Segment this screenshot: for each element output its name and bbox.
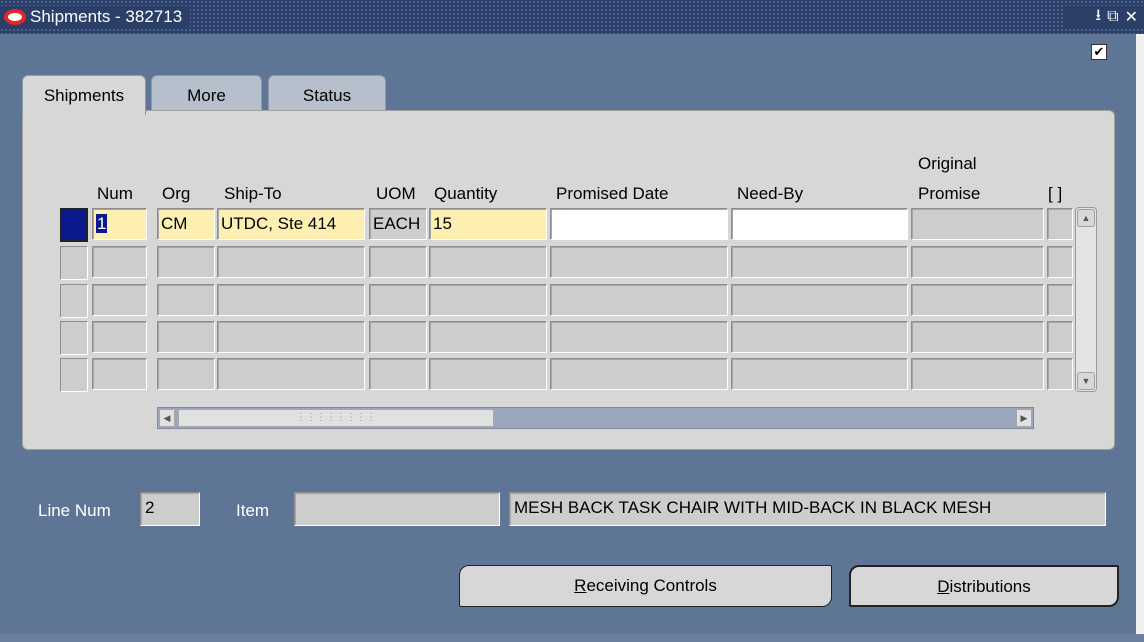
header-promise: Promise — [918, 184, 981, 203]
window-controls: ⭳ ⧉ ✕ — [1064, 6, 1144, 28]
cell-promised-date[interactable] — [550, 358, 728, 390]
cell-flex[interactable] — [1047, 321, 1073, 353]
cell-quantity[interactable] — [429, 246, 547, 278]
cell-org[interactable] — [157, 246, 215, 278]
cell-ship-to[interactable] — [217, 246, 365, 278]
cell-ship-to[interactable] — [217, 284, 365, 316]
cell-org[interactable] — [157, 321, 215, 353]
cell-quantity[interactable] — [429, 284, 547, 316]
cell-uom[interactable] — [369, 358, 427, 390]
tab-shipments[interactable]: Shipments — [22, 75, 146, 115]
cell-uom[interactable] — [369, 246, 427, 278]
cell-promised-date[interactable] — [550, 321, 728, 353]
cell-org[interactable]: CM — [157, 208, 215, 240]
item-field[interactable] — [294, 492, 500, 526]
cell-uom[interactable] — [369, 284, 427, 316]
cell-original-promise[interactable] — [911, 284, 1044, 316]
horizontal-scrollbar[interactable]: ◀ ⋮⋮⋮⋮⋮⋮⋮⋮ ▶ — [157, 407, 1034, 429]
header-quantity: Quantity — [434, 184, 498, 203]
cell-ship-to[interactable]: UTDC, Ste 414 — [217, 208, 365, 240]
header-num: Num — [97, 184, 133, 203]
header-need-by: Need-By — [737, 184, 804, 203]
cell-ship-to[interactable] — [217, 358, 365, 390]
vertical-scrollbar[interactable]: ▲ ▼ — [1075, 207, 1097, 392]
cell-promised-date[interactable] — [550, 208, 728, 240]
horizontal-scroll-thumb[interactable]: ⋮⋮⋮⋮⋮⋮⋮⋮ — [178, 409, 494, 427]
right-edge — [1136, 34, 1144, 634]
cell-quantity[interactable] — [429, 321, 547, 353]
cell-num[interactable] — [92, 321, 147, 353]
scroll-up-icon[interactable]: ▲ — [1077, 209, 1095, 227]
cell-num[interactable] — [92, 246, 147, 278]
cell-original-promise[interactable] — [911, 321, 1044, 353]
cell-need-by[interactable] — [731, 208, 908, 240]
record-indicator[interactable] — [60, 358, 88, 392]
cell-num[interactable] — [92, 284, 147, 316]
header-ship-to: Ship-To — [224, 184, 282, 203]
cell-flex[interactable] — [1047, 246, 1073, 278]
cell-need-by[interactable] — [731, 246, 908, 278]
record-indicator[interactable] — [60, 321, 88, 355]
scroll-right-icon[interactable]: ▶ — [1016, 409, 1032, 427]
record-indicator-current[interactable] — [60, 208, 88, 242]
cell-need-by[interactable] — [731, 358, 908, 390]
record-indicator[interactable] — [60, 246, 88, 280]
title-bar: Shipments - 382713 ⭳ ⧉ ✕ — [0, 0, 1144, 34]
title-wrap: Shipments - 382713 — [0, 6, 191, 28]
header-promised-date: Promised Date — [556, 184, 669, 203]
cell-need-by[interactable] — [731, 321, 908, 353]
tab-more[interactable]: More — [151, 75, 262, 113]
restore-icon[interactable]: ⧉ — [1107, 8, 1118, 26]
header-brackets: [ ] — [1048, 184, 1063, 203]
receiving-controls-button[interactable]: Receiving Controls — [459, 565, 832, 607]
cell-org[interactable] — [157, 284, 215, 316]
cell-quantity[interactable] — [429, 358, 547, 390]
cell-uom[interactable] — [369, 321, 427, 353]
receiving-controls-label: eceiving Controls — [586, 576, 717, 595]
item-label: Item — [236, 501, 270, 520]
record-indicator[interactable] — [60, 284, 88, 318]
distributions-mnemonic: D — [937, 577, 950, 596]
cell-num[interactable]: 1 — [92, 208, 147, 240]
header-uom: UOM — [376, 184, 416, 203]
header-org: Org — [162, 184, 191, 203]
header-original: Original — [918, 154, 977, 173]
close-icon[interactable]: ✕ — [1125, 7, 1138, 27]
line-num-field[interactable]: 2 — [140, 492, 200, 526]
tab-status[interactable]: Status — [268, 75, 386, 113]
cell-need-by[interactable] — [731, 284, 908, 316]
selected-num-text: 1 — [96, 214, 108, 233]
cell-org[interactable] — [157, 358, 215, 390]
cell-uom[interactable]: EACH — [369, 208, 427, 240]
scroll-down-icon[interactable]: ▼ — [1077, 372, 1095, 390]
receiving-controls-mnemonic: R — [574, 576, 587, 595]
oracle-logo-icon — [4, 9, 26, 25]
cell-flex[interactable] — [1047, 208, 1073, 240]
cell-flex[interactable] — [1047, 284, 1073, 316]
item-description-field[interactable]: MESH BACK TASK CHAIR WITH MID-BACK IN BL… — [509, 492, 1106, 526]
scroll-left-icon[interactable]: ◀ — [159, 409, 175, 427]
distributions-label: istributions — [949, 577, 1031, 596]
cell-ship-to[interactable] — [217, 321, 365, 353]
distributions-button[interactable]: Distributions — [849, 565, 1119, 607]
window-checkbox[interactable]: ✔ — [1091, 44, 1107, 60]
cell-original-promise[interactable] — [911, 208, 1044, 240]
line-num-label: Line Num — [38, 501, 111, 520]
cell-original-promise[interactable] — [911, 358, 1044, 390]
cell-flex[interactable] — [1047, 358, 1073, 390]
cell-num[interactable] — [92, 358, 147, 390]
bottom-strip — [0, 634, 1144, 642]
cell-quantity[interactable]: 15 — [429, 208, 547, 240]
cell-promised-date[interactable] — [550, 284, 728, 316]
cell-promised-date[interactable] — [550, 246, 728, 278]
window-title: Shipments - 382713 — [30, 7, 183, 26]
cell-original-promise[interactable] — [911, 246, 1044, 278]
minimize-icon[interactable]: ⭳ — [1096, 4, 1102, 31]
